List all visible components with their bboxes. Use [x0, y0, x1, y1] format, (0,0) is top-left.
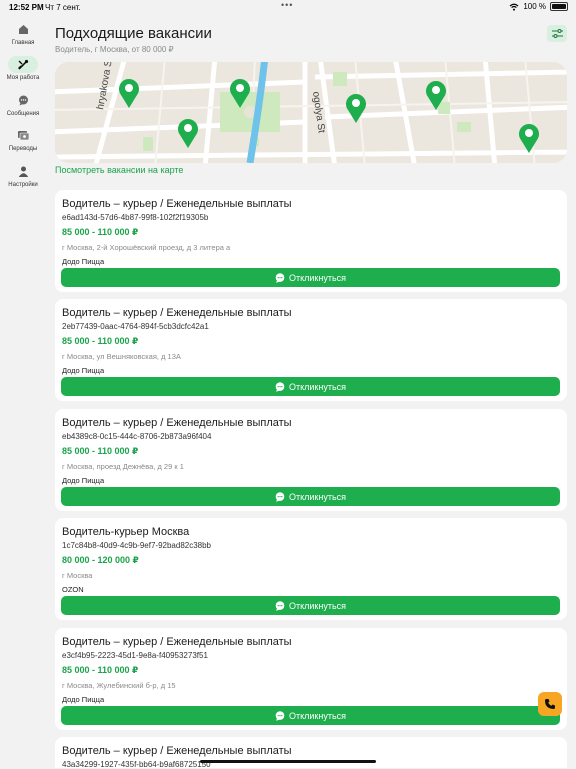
map-pin-icon[interactable] [424, 79, 448, 111]
sidebar-item-label: Сообщения [6, 111, 40, 117]
sidebar: Главная Моя работа Сообщения Переводы На… [0, 14, 46, 768]
chat-bubble-icon [275, 710, 285, 721]
job-id: 2eb77439-0aac-4764-894f-5cb3dcfc42a1 [62, 322, 209, 331]
page-title: Подходящие вакансии [55, 25, 212, 42]
map-pin-icon[interactable] [228, 77, 252, 109]
job-address: г Москва [62, 571, 93, 580]
sidebar-item-my-work[interactable]: Моя работа [3, 54, 43, 86]
job-card[interactable]: Водитель – курьер / Еженедельные выплаты… [55, 737, 567, 769]
job-id: eb4389c8-0c15-444c-8706-2b873a96f404 [62, 432, 212, 441]
respond-button[interactable]: Откликнуться [61, 706, 560, 725]
chat-bubble-icon [275, 272, 285, 283]
home-indicator[interactable] [200, 760, 376, 763]
job-salary: 80 000 - 120 000 ₽ [62, 555, 139, 565]
phone-icon [545, 699, 555, 709]
sidebar-item-transfers[interactable]: Переводы [3, 125, 43, 157]
job-address: г Москва, Жулебинский б-р, д 15 [62, 681, 176, 690]
status-time: 12:52 PM [9, 3, 44, 12]
sidebar-item-label: Настройки [8, 182, 38, 188]
chat-bubble-icon [275, 491, 285, 502]
sidebar-item-label: Переводы [8, 146, 38, 152]
job-card[interactable]: Водитель – курьер / Еженедельные выплаты… [55, 299, 567, 401]
map-pin-icon[interactable] [344, 92, 368, 124]
person-icon [18, 166, 28, 177]
job-card[interactable]: Водитель – курьер / Еженедельные выплаты… [55, 190, 567, 292]
home-icon [18, 25, 28, 34]
job-company: OZON [62, 585, 84, 594]
chat-icon [18, 95, 28, 106]
job-id: e3cf4b95-2223-45d1-9e8a-f40953273f51 [62, 651, 208, 660]
job-id: 1c7c84b8-40d9-4c9b-9ef7-92bad82c38bb [62, 541, 212, 550]
job-address: г Москва, проезд Дежнёва, д 29 к 1 [62, 462, 184, 471]
respond-button-label: Откликнуться [288, 272, 347, 283]
respond-button-label: Откликнуться [288, 600, 347, 611]
battery-percent: 100 % [523, 2, 546, 11]
wifi-icon [509, 3, 519, 11]
search-criteria: Водитель, г Москва, от 80 000 ₽ [55, 45, 174, 54]
job-salary: 85 000 - 110 000 ₽ [62, 665, 139, 675]
job-address: г Москва, 2-й Хорошёвский проезд, д 3 ли… [62, 243, 231, 252]
job-company: Додо Пицца [62, 695, 105, 704]
call-button[interactable] [538, 692, 562, 716]
map-pin-icon[interactable] [517, 122, 541, 154]
status-date: Чт 7 сент. [45, 3, 81, 12]
job-card[interactable]: Водитель-курьер Москва 1c7c84b8-40d9-4c9… [55, 518, 567, 620]
job-title: Водитель – курьер / Еженедельные выплаты [62, 636, 292, 648]
job-company: Додо Пицца [62, 366, 105, 375]
job-salary: 85 000 - 110 000 ₽ [62, 227, 139, 237]
sidebar-item-label: Моя работа [6, 75, 40, 81]
job-address: г Москва, ул Вешняковская, д 13А [62, 352, 181, 361]
respond-button[interactable]: Откликнуться [61, 268, 560, 287]
job-salary: 85 000 - 110 000 ₽ [62, 446, 139, 456]
chat-bubble-icon [275, 600, 285, 611]
filter-button[interactable] [547, 25, 567, 42]
view-map-link[interactable]: Посмотреть вакансии на карте [55, 165, 183, 175]
wrench-icon [18, 59, 29, 70]
map-pin-icon[interactable] [117, 77, 141, 109]
sidebar-item-settings[interactable]: Настройки [3, 161, 43, 193]
job-salary: 85 000 - 110 000 ₽ [62, 336, 139, 346]
job-company: Додо Пицца [62, 476, 105, 485]
job-id: e6ad143d-57d6-4b87-99f8-102f2f19305b [62, 213, 209, 222]
job-title: Водитель-курьер Москва [62, 526, 190, 538]
respond-button-label: Откликнуться [288, 710, 347, 721]
multitasking-dots[interactable]: ••• [281, 0, 293, 10]
respond-button-label: Откликнуться [288, 381, 347, 392]
job-company: Додо Пицца [62, 257, 105, 266]
respond-button[interactable]: Откликнуться [61, 377, 560, 396]
job-card[interactable]: Водитель – курьер / Еженедельные выплаты… [55, 628, 567, 730]
job-title: Водитель – курьер / Еженедельные выплаты [62, 198, 292, 210]
sidebar-item-home[interactable]: Главная [3, 19, 43, 51]
filter-sliders-icon [551, 29, 563, 38]
sidebar-item-label: Главная [11, 40, 35, 46]
respond-button[interactable]: Откликнуться [61, 487, 560, 506]
chat-bubble-icon [275, 381, 285, 392]
job-card[interactable]: Водитель – курьер / Еженедельные выплаты… [55, 409, 567, 511]
respond-button[interactable]: Откликнуться [61, 596, 560, 615]
status-right: 100 % [509, 2, 568, 11]
job-title: Водитель – курьер / Еженедельные выплаты [62, 307, 292, 319]
job-title: Водитель – курьер / Еженедельные выплаты [62, 745, 292, 757]
vacancies-map[interactable]: hryakova St ogolya St [55, 62, 567, 163]
sidebar-item-messages[interactable]: Сообщения [3, 90, 43, 122]
respond-button-label: Откликнуться [288, 491, 347, 502]
transfer-icon [18, 131, 29, 141]
status-bar: 12:52 PM Чт 7 сент. ••• 100 % [0, 0, 576, 14]
job-title: Водитель – курьер / Еженедельные выплаты [62, 417, 292, 429]
map-pin-icon[interactable] [176, 117, 200, 149]
battery-icon [550, 2, 568, 11]
